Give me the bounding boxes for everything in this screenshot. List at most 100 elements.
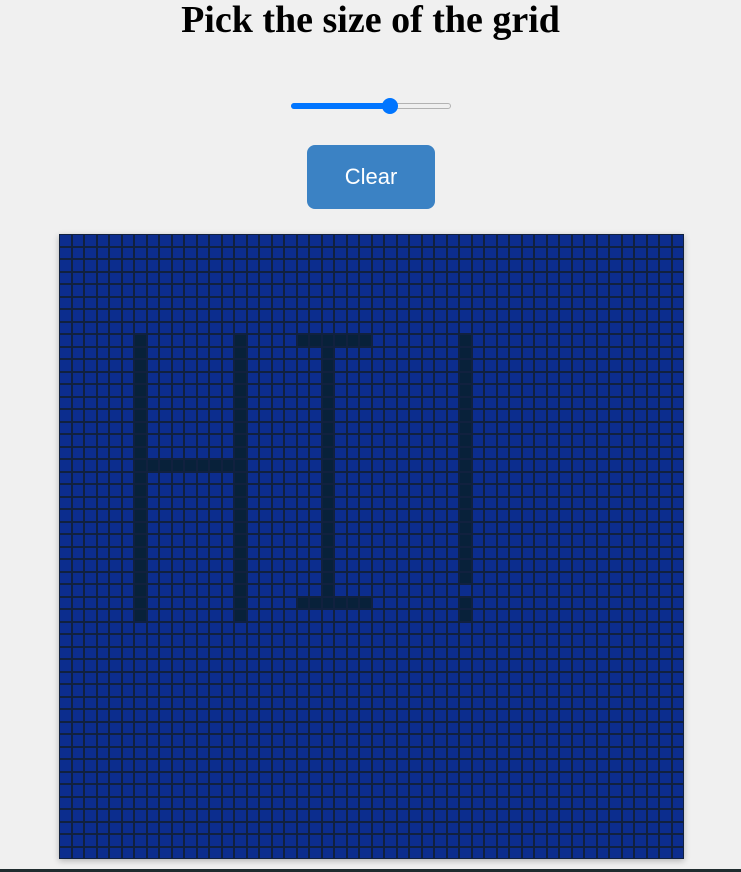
grid-cell[interactable] (271, 721, 284, 734)
grid-cell[interactable] (521, 309, 534, 322)
grid-cell[interactable] (334, 484, 347, 497)
grid-cell[interactable] (96, 621, 109, 634)
grid-cell[interactable] (534, 484, 547, 497)
grid-cell[interactable] (146, 321, 159, 334)
grid-cell[interactable] (321, 534, 334, 547)
grid-cell[interactable] (534, 471, 547, 484)
grid-cell[interactable] (96, 646, 109, 659)
grid-cell[interactable] (434, 834, 447, 847)
grid-cell[interactable] (596, 459, 609, 472)
grid-cell[interactable] (259, 784, 272, 797)
grid-cell[interactable] (196, 646, 209, 659)
grid-cell[interactable] (621, 471, 634, 484)
grid-cell[interactable] (71, 621, 84, 634)
grid-cell[interactable] (571, 709, 584, 722)
grid-cell[interactable] (234, 734, 247, 747)
grid-cell[interactable] (471, 421, 484, 434)
grid-cell[interactable] (446, 346, 459, 359)
grid-cell[interactable] (84, 346, 97, 359)
grid-cell[interactable] (559, 421, 572, 434)
grid-cell[interactable] (609, 809, 622, 822)
grid-cell[interactable] (384, 434, 397, 447)
grid-cell[interactable] (196, 534, 209, 547)
grid-cell[interactable] (234, 246, 247, 259)
grid-cell[interactable] (184, 246, 197, 259)
grid-cell[interactable] (496, 596, 509, 609)
grid-cell[interactable] (396, 409, 409, 422)
grid-cell[interactable] (384, 459, 397, 472)
grid-cell[interactable] (359, 721, 372, 734)
grid-cell[interactable] (509, 659, 522, 672)
grid-cell[interactable] (396, 309, 409, 322)
grid-cell[interactable] (646, 634, 659, 647)
grid-cell[interactable] (71, 634, 84, 647)
grid-cell[interactable] (134, 509, 147, 522)
grid-cell[interactable] (459, 371, 472, 384)
grid-cell[interactable] (71, 509, 84, 522)
grid-cell[interactable] (646, 696, 659, 709)
grid-cell[interactable] (484, 409, 497, 422)
grid-cell[interactable] (546, 646, 559, 659)
grid-cell[interactable] (496, 359, 509, 372)
grid-cell[interactable] (84, 671, 97, 684)
grid-cell[interactable] (321, 584, 334, 597)
grid-cell[interactable] (359, 421, 372, 434)
grid-cell[interactable] (346, 534, 359, 547)
grid-cell[interactable] (534, 609, 547, 622)
grid-cell[interactable] (184, 709, 197, 722)
grid-cell[interactable] (121, 446, 134, 459)
grid-cell[interactable] (121, 809, 134, 822)
grid-cell[interactable] (371, 784, 384, 797)
grid-cell[interactable] (646, 509, 659, 522)
grid-cell[interactable] (309, 396, 322, 409)
grid-cell[interactable] (621, 621, 634, 634)
grid-cell[interactable] (546, 571, 559, 584)
grid-cell[interactable] (271, 796, 284, 809)
grid-cell[interactable] (546, 334, 559, 347)
grid-cell[interactable] (84, 596, 97, 609)
grid-cell[interactable] (546, 784, 559, 797)
grid-cell[interactable] (184, 234, 197, 247)
grid-cell[interactable] (584, 721, 597, 734)
grid-cell[interactable] (659, 546, 672, 559)
grid-cell[interactable] (134, 446, 147, 459)
grid-cell[interactable] (446, 596, 459, 609)
grid-cell[interactable] (321, 546, 334, 559)
grid-cell[interactable] (421, 409, 434, 422)
grid-cell[interactable] (384, 684, 397, 697)
grid-cell[interactable] (159, 384, 172, 397)
grid-cell[interactable] (471, 834, 484, 847)
grid-cell[interactable] (196, 346, 209, 359)
grid-cell[interactable] (334, 609, 347, 622)
grid-cell[interactable] (546, 596, 559, 609)
grid-cell[interactable] (121, 484, 134, 497)
grid-cell[interactable] (84, 634, 97, 647)
grid-cell[interactable] (371, 384, 384, 397)
grid-cell[interactable] (296, 284, 309, 297)
grid-cell[interactable] (296, 571, 309, 584)
grid-cell[interactable] (659, 659, 672, 672)
grid-cell[interactable] (71, 584, 84, 597)
grid-cell[interactable] (484, 596, 497, 609)
grid-cell[interactable] (384, 321, 397, 334)
grid-cell[interactable] (134, 271, 147, 284)
grid-cell[interactable] (521, 659, 534, 672)
grid-cell[interactable] (609, 509, 622, 522)
grid-cell[interactable] (246, 671, 259, 684)
grid-cell[interactable] (421, 509, 434, 522)
grid-cell[interactable] (334, 334, 347, 347)
grid-cell[interactable] (646, 821, 659, 834)
grid-cell[interactable] (171, 821, 184, 834)
grid-cell[interactable] (271, 446, 284, 459)
grid-cell[interactable] (646, 759, 659, 772)
grid-cell[interactable] (134, 521, 147, 534)
grid-cell[interactable] (446, 434, 459, 447)
grid-cell[interactable] (646, 446, 659, 459)
grid-cell[interactable] (671, 321, 684, 334)
grid-cell[interactable] (359, 784, 372, 797)
grid-cell[interactable] (184, 759, 197, 772)
grid-cell[interactable] (196, 234, 209, 247)
grid-cell[interactable] (184, 609, 197, 622)
grid-cell[interactable] (509, 359, 522, 372)
grid-cell[interactable] (421, 684, 434, 697)
